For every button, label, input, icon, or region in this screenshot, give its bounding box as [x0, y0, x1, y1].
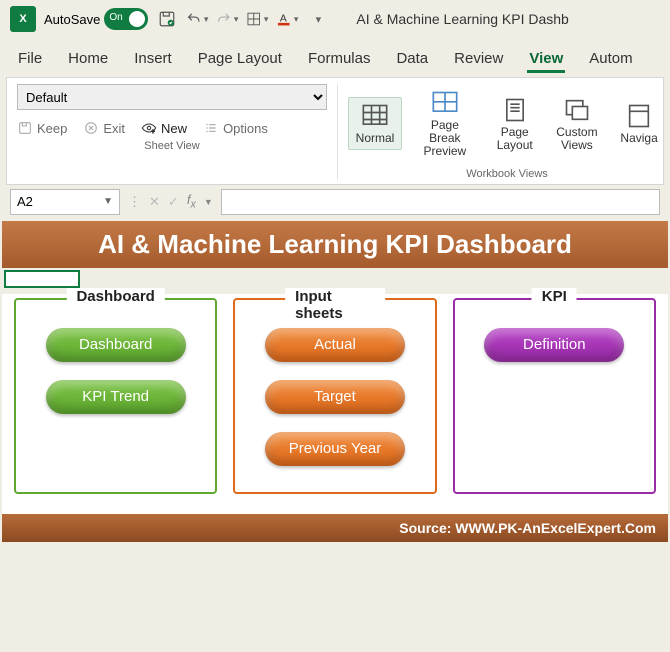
worksheet-area: AI & Machine Learning KPI Dashboard Dash… [0, 219, 670, 544]
tab-page-layout[interactable]: Page Layout [196, 44, 284, 77]
redo-icon[interactable]: ▾ [216, 8, 238, 30]
nav-button-kpi-trend[interactable]: KPI Trend [46, 380, 186, 414]
tab-data[interactable]: Data [394, 44, 430, 77]
ribbon-group-label: Workbook Views [466, 168, 548, 180]
tab-formulas[interactable]: Formulas [306, 44, 373, 77]
chevron-down-icon[interactable]: ▼ [103, 196, 113, 207]
normal-view-button[interactable]: Normal [348, 97, 402, 150]
exit-button[interactable]: Exit [83, 120, 125, 136]
more-commands-icon[interactable]: ▾ [306, 8, 328, 30]
formula-input[interactable] [221, 189, 660, 215]
exit-icon [83, 120, 99, 136]
keep-button[interactable]: Keep [17, 120, 67, 136]
normal-view-icon [361, 102, 389, 130]
save-disk-icon [17, 120, 33, 136]
section-title: KPI [532, 288, 577, 305]
document-title: AI & Machine Learning KPI Dashb [356, 11, 568, 27]
active-cell-indicator[interactable] [4, 270, 80, 288]
navigation-icon [625, 102, 653, 130]
excel-app-icon: X [10, 6, 36, 32]
fx-icon[interactable]: fx [187, 192, 196, 211]
ribbon-group-sheet-view: Default Keep Exit + New Options [7, 84, 337, 180]
ribbon-group-label: Sheet View [144, 140, 199, 152]
section-kpi: KPIDefinition [453, 298, 656, 494]
font-color-icon[interactable]: A▾ [276, 8, 298, 30]
page-break-icon [431, 89, 459, 117]
nav-button-dashboard[interactable]: Dashboard [46, 328, 186, 362]
nav-button-actual[interactable]: Actual [265, 328, 405, 362]
nav-button-target[interactable]: Target [265, 380, 405, 414]
title-bar: X AutoSave On ▾ ▾ ▾ A▾ ▾ AI & Machine Le… [0, 0, 670, 38]
undo-icon[interactable]: ▾ [186, 8, 208, 30]
section-title: Dashboard [66, 288, 164, 305]
new-button[interactable]: + New [141, 120, 187, 136]
sheet-view-select[interactable]: Default [17, 84, 327, 110]
navigation-button[interactable]: Naviga [612, 97, 666, 150]
tab-autom[interactable]: Autom [587, 44, 634, 77]
switch-icon[interactable]: On [104, 8, 148, 30]
dashboard-banner: AI & Machine Learning KPI Dashboard [2, 221, 668, 268]
autosave-toggle[interactable]: AutoSave On [44, 8, 148, 30]
tab-review[interactable]: Review [452, 44, 505, 77]
autosave-label: AutoSave [44, 12, 100, 27]
save-icon[interactable] [156, 8, 178, 30]
section-title: Input sheets [285, 288, 385, 322]
chevron-down-icon[interactable]: ▼ [204, 197, 213, 207]
section-dashboard: DashboardDashboardKPI Trend [14, 298, 217, 494]
list-icon [203, 120, 219, 136]
borders-icon[interactable]: ▾ [246, 8, 268, 30]
ribbon-tabs: File Home Insert Page Layout Formulas Data Rev… [0, 38, 670, 77]
tab-file[interactable]: File [16, 44, 44, 77]
nav-button-definition[interactable]: Definition [484, 328, 624, 362]
nav-button-previous-year[interactable]: Previous Year [265, 432, 405, 466]
tab-insert[interactable]: Insert [132, 44, 174, 77]
svg-text:+: + [151, 128, 155, 135]
enter-icon[interactable]: ✓ [168, 194, 179, 210]
ribbon: Default Keep Exit + New Options [6, 77, 664, 185]
eye-icon: + [141, 120, 157, 136]
cancel-icon[interactable]: ✕ [149, 194, 160, 210]
page-break-preview-button[interactable]: Page Break Preview [410, 84, 480, 164]
tab-view[interactable]: View [527, 44, 565, 77]
name-box[interactable]: A2 ▼ [10, 189, 120, 215]
custom-views-button[interactable]: Custom Views [550, 91, 604, 157]
custom-views-icon [563, 96, 591, 124]
dashboard-footer: Source: WWW.PK-AnExcelExpert.Com [2, 514, 668, 542]
formula-bar: A2 ▼ ⋮ ✕ ✓ fx ▼ [0, 185, 670, 219]
options-button[interactable]: Options [203, 120, 268, 136]
page-layout-button[interactable]: Page Layout [488, 91, 542, 157]
ribbon-group-workbook-views: Normal Page Break Preview Page Layout Cu… [337, 84, 670, 180]
fx-controls: ✕ ✓ fx ▼ [149, 192, 213, 211]
page-layout-icon [501, 96, 529, 124]
section-input-sheets: Input sheetsActualTargetPrevious Year [233, 298, 436, 494]
dashboard-columns: DashboardDashboardKPI TrendInput sheetsA… [2, 294, 668, 514]
tab-home[interactable]: Home [66, 44, 110, 77]
switch-knob [129, 11, 145, 27]
